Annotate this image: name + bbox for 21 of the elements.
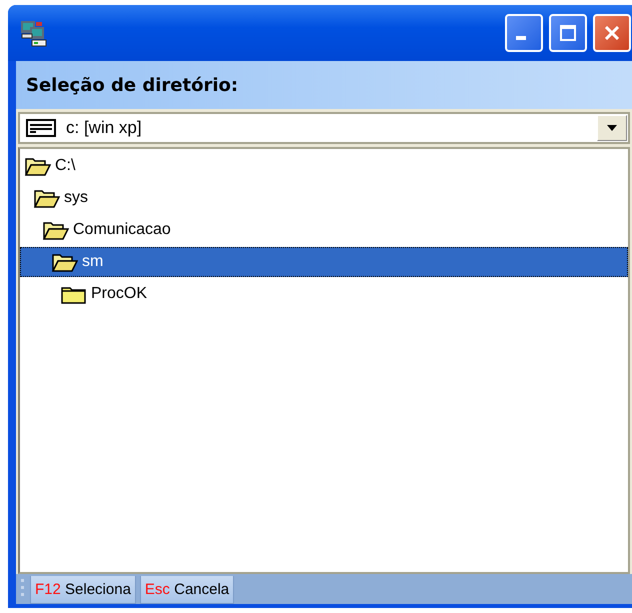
drive-dropdown[interactable]: c: [win xp]	[18, 112, 630, 144]
open-folder-icon	[25, 156, 51, 176]
tree-item[interactable]: sys	[20, 183, 628, 213]
dialog-heading: Seleção de diretório:	[26, 74, 238, 96]
tree-item[interactable]: ProcOK	[20, 279, 628, 309]
drive-icon	[26, 119, 56, 137]
close-button[interactable]	[593, 14, 631, 52]
maximize-icon	[560, 25, 576, 41]
tree-item[interactable]: C:\	[20, 151, 628, 181]
close-icon	[605, 26, 619, 40]
open-folder-icon	[34, 188, 60, 208]
open-folder-icon	[52, 252, 78, 272]
toolbar-button[interactable]: F12 Seleciona	[30, 576, 136, 604]
maximize-button[interactable]	[549, 14, 587, 52]
open-folder-icon	[43, 220, 69, 240]
tree-item[interactable]: Comunicacao	[20, 215, 628, 245]
minimize-button[interactable]	[505, 14, 543, 52]
computers-icon	[20, 19, 48, 47]
minimize-icon	[516, 36, 526, 40]
toolbar-button[interactable]: Esc Cancela	[140, 576, 234, 604]
tree-item[interactable]: sm	[20, 247, 628, 277]
